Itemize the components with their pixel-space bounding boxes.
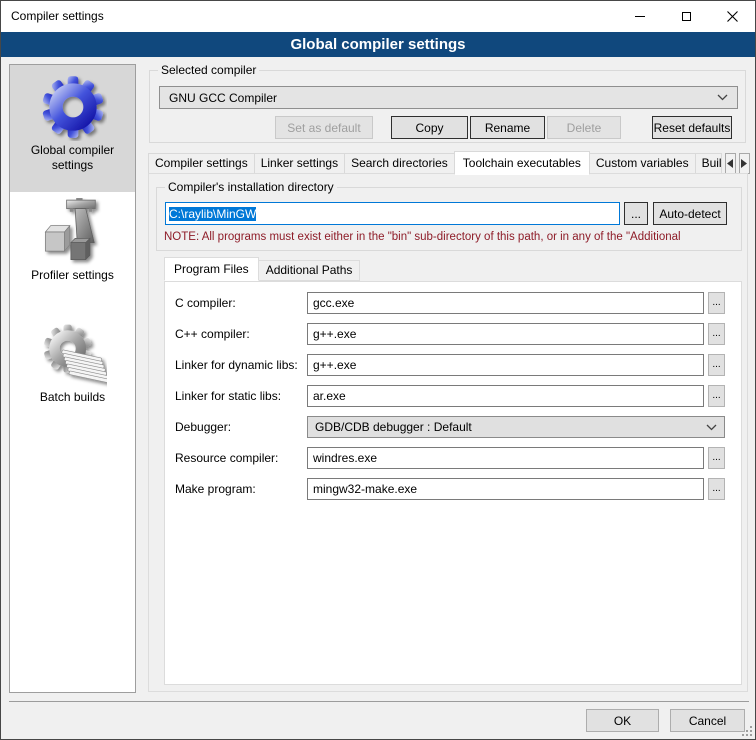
maximize-button[interactable] (663, 1, 709, 32)
field-label: C compiler: (175, 296, 236, 310)
reset-defaults-button[interactable]: Reset defaults (652, 116, 732, 139)
field-row-static-linker: Linker for static libs: ... (175, 385, 731, 408)
field-row-c-compiler: C compiler: ... (175, 292, 731, 315)
field-row-make-program: Make program: ... (175, 478, 731, 501)
close-button[interactable] (709, 1, 755, 32)
settings-tab-strip: Compiler settings Linker settings Search… (148, 150, 750, 174)
tab-linker-settings[interactable]: Linker settings (254, 153, 345, 174)
chevron-down-icon (717, 94, 728, 101)
maximize-icon (682, 12, 691, 21)
field-label: Debugger: (175, 420, 231, 434)
group-label: Compiler's installation directory (165, 180, 337, 194)
debugger-value: GDB/CDB debugger : Default (315, 420, 472, 434)
arrow-right-icon (741, 159, 747, 168)
chevron-down-icon (706, 424, 717, 431)
compiler-buttons-row: Set as default Copy Rename Delete Reset … (275, 116, 732, 139)
arrow-left-icon (727, 159, 733, 168)
group-label: Selected compiler (158, 63, 259, 77)
program-files-tab-strip: Program Files Additional Paths (164, 257, 360, 281)
tab-toolchain-executables[interactable]: Toolchain executables (454, 151, 590, 175)
field-row-cpp-compiler: C++ compiler: ... (175, 323, 731, 346)
selected-path-text: C:\raylib\MinGW (169, 207, 256, 221)
field-label: Make program: (175, 482, 256, 496)
note-text: NOTE: All programs must exist either in … (164, 231, 737, 243)
tab-program-files[interactable]: Program Files (164, 257, 259, 281)
static-linker-input[interactable] (307, 385, 704, 407)
tab-search-directories[interactable]: Search directories (344, 153, 455, 174)
browse-button[interactable]: ... (708, 447, 725, 469)
sidebar-item-profiler-settings[interactable]: Profiler settings (10, 196, 135, 304)
settings-category-list: Global compiler settings (9, 64, 136, 693)
blue-gear-icon (39, 73, 107, 141)
sidebar-item-label: Profiler settings (10, 268, 135, 283)
tab-compiler-settings[interactable]: Compiler settings (148, 153, 255, 174)
window-title: Compiler settings (11, 9, 104, 23)
field-row-debugger: Debugger: GDB/CDB debugger : Default (175, 416, 731, 439)
rename-button[interactable]: Rename (470, 116, 545, 139)
page-title: Global compiler settings (1, 32, 755, 57)
tab-build-options-clipped[interactable]: Build options (695, 153, 722, 174)
installation-directory-row: C:\raylib\MinGW ... Auto-detect (165, 202, 727, 225)
minimize-icon (635, 16, 645, 17)
selected-compiler-value: GNU GCC Compiler (169, 91, 277, 105)
debugger-select[interactable]: GDB/CDB debugger : Default (307, 416, 725, 438)
sidebar-item-label: Global compiler settings (10, 143, 135, 173)
tab-scroll-left-button[interactable] (725, 153, 736, 174)
cancel-button[interactable]: Cancel (670, 709, 745, 732)
copy-button[interactable]: Copy (391, 116, 468, 139)
set-as-default-button[interactable]: Set as default (275, 116, 373, 139)
field-row-dynamic-linker: Linker for dynamic libs: ... (175, 354, 731, 377)
tab-additional-paths[interactable]: Additional Paths (258, 260, 361, 281)
field-label: C++ compiler: (175, 327, 250, 341)
close-icon (727, 11, 738, 22)
selected-compiler-group: Selected compiler GNU GCC Compiler Set a… (149, 70, 746, 143)
selected-compiler-select[interactable]: GNU GCC Compiler (159, 86, 738, 109)
dynamic-linker-input[interactable] (307, 354, 704, 376)
ok-button[interactable]: OK (586, 709, 659, 732)
titlebar[interactable]: Compiler settings (1, 1, 755, 32)
auto-detect-button[interactable]: Auto-detect (653, 202, 727, 225)
program-files-panel: C compiler: ... C++ compiler: ... Linker… (164, 281, 742, 685)
delete-button[interactable]: Delete (547, 116, 621, 139)
browse-button[interactable]: ... (708, 354, 725, 376)
browse-button[interactable]: ... (708, 385, 725, 407)
field-label: Resource compiler: (175, 451, 278, 465)
installation-directory-group: Compiler's installation directory C:\ray… (156, 187, 742, 251)
field-label: Linker for static libs: (175, 389, 281, 403)
resize-grip[interactable] (740, 724, 753, 737)
browse-button[interactable]: ... (708, 292, 725, 314)
browse-directory-button[interactable]: ... (624, 202, 648, 225)
browse-button[interactable]: ... (708, 478, 725, 500)
browse-button[interactable]: ... (708, 323, 725, 345)
gray-gear-papers-icon (39, 320, 107, 388)
make-program-input[interactable] (307, 478, 704, 500)
field-row-resource-compiler: Resource compiler: ... (175, 447, 731, 470)
c-compiler-input[interactable] (307, 292, 704, 314)
compiler-settings-dialog: Compiler settings Global compiler settin… (0, 0, 756, 740)
sidebar-item-batch-builds[interactable]: Batch builds (10, 318, 135, 430)
sidebar-item-label: Batch builds (10, 390, 135, 405)
sidebar-item-global-compiler-settings[interactable]: Global compiler settings (10, 65, 135, 192)
caliper-blocks-icon (39, 198, 107, 266)
minimize-button[interactable] (617, 1, 663, 32)
tab-scroll-right-button[interactable] (739, 153, 750, 174)
cpp-compiler-input[interactable] (307, 323, 704, 345)
tab-custom-variables[interactable]: Custom variables (589, 153, 696, 174)
field-label: Linker for dynamic libs: (175, 358, 298, 372)
footer-separator (9, 701, 749, 702)
installation-directory-input[interactable]: C:\raylib\MinGW (165, 202, 620, 225)
resource-compiler-input[interactable] (307, 447, 704, 469)
